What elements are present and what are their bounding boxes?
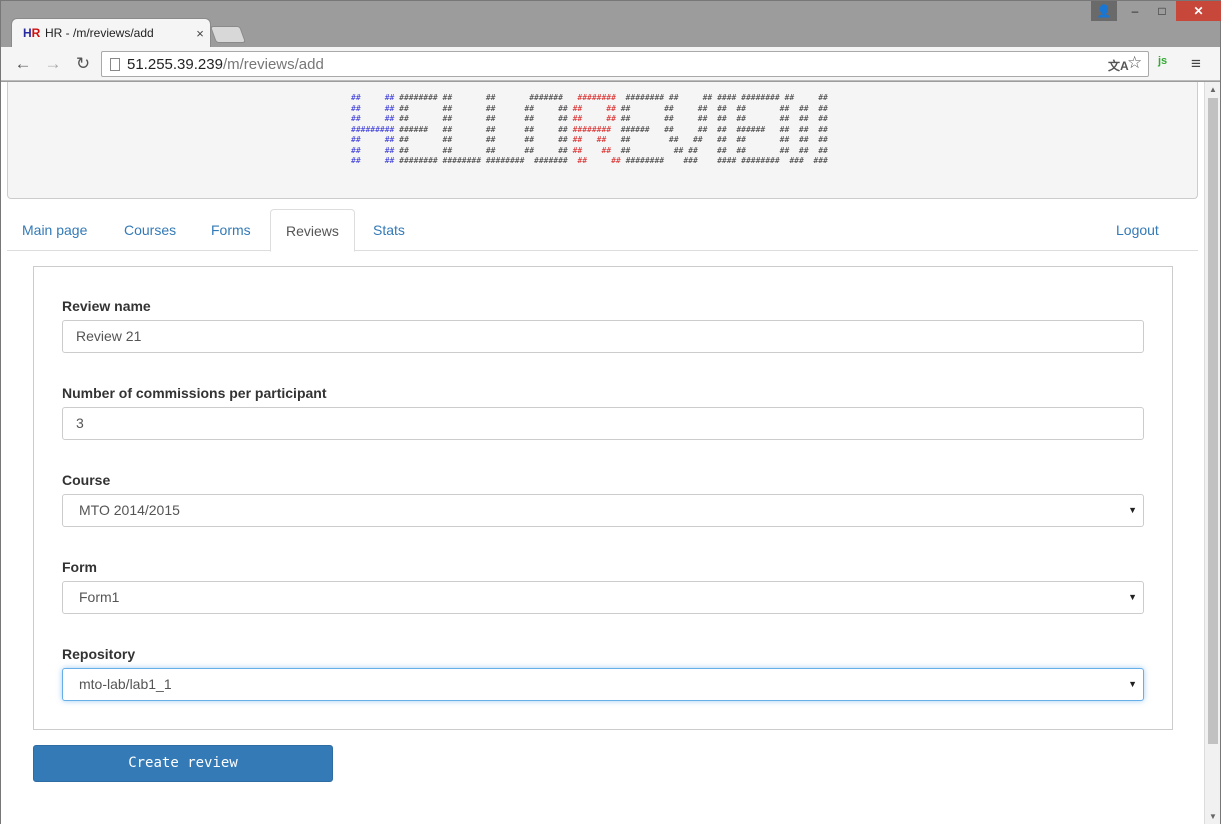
scroll-down-icon[interactable]: ▼	[1209, 812, 1217, 821]
url-text[interactable]: 51.255.39.239/m/reviews/add	[127, 56, 324, 73]
course-group: Course MTO 2014/2015 ▼	[62, 472, 1144, 527]
course-select-value: MTO 2014/2015	[79, 502, 180, 518]
review-form-panel: Review name Review 21 Number of commissi…	[33, 266, 1173, 730]
ascii-banner: ## ## ######## ## ## ####### ######## ##…	[7, 82, 1198, 199]
form-select-value: Form1	[79, 589, 120, 605]
tab-content[interactable]: HR HR - /m/reviews/add ×	[23, 24, 207, 42]
new-tab-button[interactable]	[209, 26, 247, 43]
commissions-input[interactable]: 3	[62, 407, 1144, 440]
repository-group: Repository mto-lab/lab1_1 ▼	[62, 646, 1144, 701]
ascii-art-logo: ## ## ######## ## ## ####### ######## ##…	[351, 93, 828, 167]
form-group: Form Form1 ▼	[62, 559, 1144, 614]
hr-favicon-icon: HR	[23, 26, 41, 40]
nav-tab-main-page[interactable]: Main page	[7, 209, 102, 251]
repository-label: Repository	[62, 646, 136, 662]
ascii-line: ## ## ######## ## ## ####### ######## ##…	[351, 93, 828, 102]
chevron-down-icon: ▼	[1128, 592, 1137, 602]
browser-window: HR HR - /m/reviews/add × 👤 – □ ✕ ← → ↻ 5…	[0, 0, 1221, 824]
review-name-group: Review name Review 21	[62, 298, 1144, 353]
main-nav: Main page Courses Forms Reviews Stats Lo…	[7, 209, 1198, 252]
title-bar: HR HR - /m/reviews/add × 👤 – □ ✕	[1, 1, 1221, 48]
browser-menu-icon[interactable]: ≡	[1191, 54, 1201, 74]
vertical-scrollbar[interactable]: ▲ ▼	[1204, 82, 1220, 824]
tab-title: HR - /m/reviews/add	[45, 26, 154, 40]
user-profile-icon[interactable]: 👤	[1091, 1, 1117, 21]
commissions-label: Number of commissions per participant	[62, 385, 327, 401]
translate-icon[interactable]: 文A	[1108, 57, 1129, 74]
logout-link[interactable]: Logout	[1101, 209, 1174, 251]
repository-select[interactable]: mto-lab/lab1_1 ▼	[62, 668, 1144, 701]
page-viewport: ## ## ######## ## ## ####### ######## ##…	[1, 82, 1220, 824]
forward-arrow-icon[interactable]: →	[43, 54, 63, 74]
scrollbar-thumb[interactable]	[1208, 98, 1218, 744]
ascii-line: ## ## ## ## ## ## ## ## ## ## ## ## ## #…	[351, 135, 828, 144]
close-window-button[interactable]: ✕	[1176, 1, 1221, 21]
chevron-down-icon: ▼	[1128, 679, 1137, 689]
repository-select-value: mto-lab/lab1_1	[79, 676, 172, 692]
course-select[interactable]: MTO 2014/2015 ▼	[62, 494, 1144, 527]
address-bar[interactable]: 51.255.39.239/m/reviews/add 文A ☆	[101, 51, 1149, 77]
commissions-group: Number of commissions per participant 3	[62, 385, 1144, 440]
form-select[interactable]: Form1 ▼	[62, 581, 1144, 614]
js-extension-icon[interactable]: js	[1158, 55, 1167, 67]
nav-tab-courses[interactable]: Courses	[109, 209, 191, 251]
browser-toolbar: ← → ↻ 51.255.39.239/m/reviews/add 文A ☆ j…	[1, 47, 1220, 81]
course-label: Course	[62, 472, 111, 488]
reload-icon[interactable]: ↻	[73, 54, 93, 74]
nav-tab-reviews[interactable]: Reviews	[270, 209, 355, 252]
ascii-line: ######### ###### ## ## ## ## ######## ##…	[351, 124, 828, 134]
ascii-line: ## ## ######## ######## ######## #######…	[351, 156, 828, 165]
create-review-button[interactable]: Create review	[33, 745, 333, 782]
ascii-line: ## ## ## ## ## ## ## ## ## ## ## ## ## #…	[351, 103, 828, 113]
maximize-button[interactable]: □	[1149, 1, 1175, 21]
nav-tab-stats[interactable]: Stats	[358, 209, 420, 251]
tab-close-icon[interactable]: ×	[193, 26, 207, 41]
ascii-line: ## ## ## ## ## ## ## ## ## ## ## ## ## #…	[351, 114, 828, 123]
review-name-label: Review name	[62, 298, 151, 314]
scroll-up-icon[interactable]: ▲	[1209, 85, 1217, 94]
minimize-button[interactable]: –	[1122, 1, 1148, 21]
ascii-line: ## ## ## ## ## ## ## ## ## ## ## ## ## #…	[351, 145, 828, 155]
form-label: Form	[62, 559, 97, 575]
review-name-input[interactable]: Review 21	[62, 320, 1144, 353]
page-icon	[110, 58, 120, 71]
back-arrow-icon[interactable]: ←	[13, 54, 33, 74]
nav-tab-forms[interactable]: Forms	[196, 209, 266, 251]
bookmark-star-icon[interactable]: ☆	[1127, 53, 1142, 73]
chevron-down-icon: ▼	[1128, 505, 1137, 515]
